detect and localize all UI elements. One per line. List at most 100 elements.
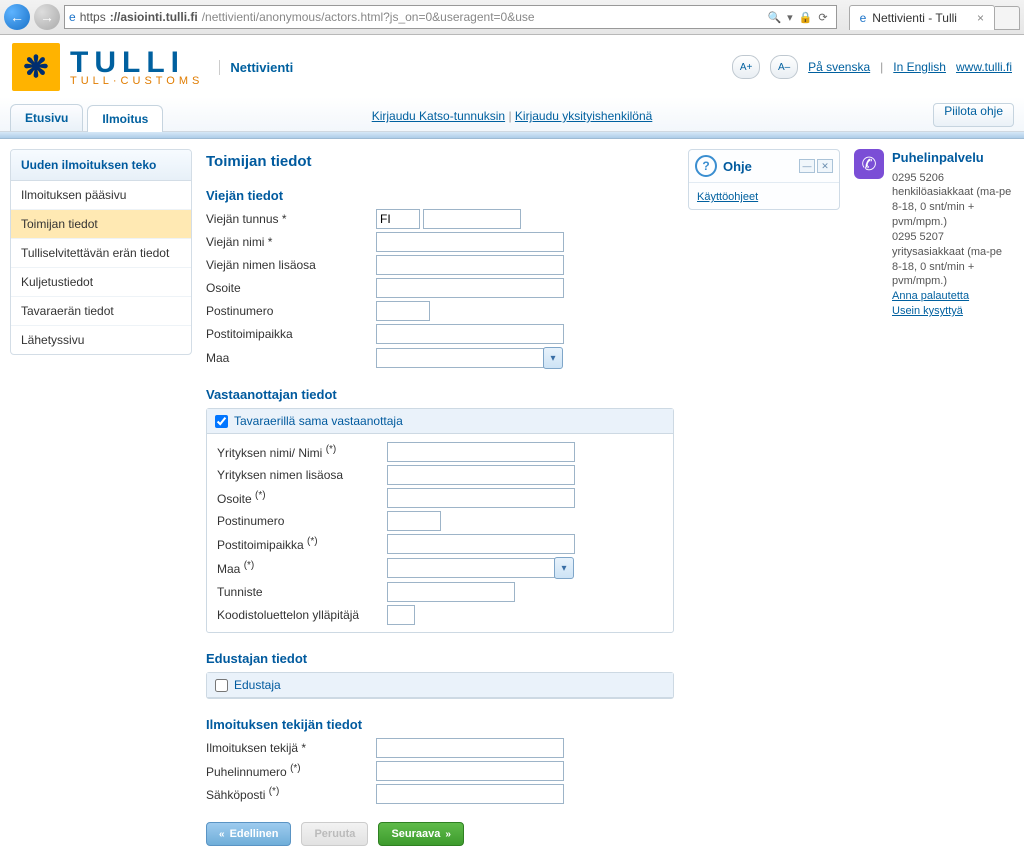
input-viejan-postitp[interactable]	[376, 324, 564, 344]
lbl-viejan-tunnus: Viejän tunnus *	[206, 212, 376, 226]
lbl-vast-postinr: Postinumero	[217, 514, 387, 528]
input-vast-postinr[interactable]	[387, 511, 441, 531]
input-viejan-nimen-lisa[interactable]	[376, 255, 564, 275]
lbl-ilm-puh: Puhelinnumero (*)	[206, 763, 376, 779]
phone-title: Puhelinpalvelu	[892, 149, 1014, 167]
ie-logo-icon: e	[69, 10, 76, 24]
url-host: ://asiointi.tulli.fi	[110, 10, 198, 24]
new-tab-button[interactable]	[995, 6, 1020, 30]
page-title: Toimijan tiedot	[206, 153, 674, 170]
faq-link[interactable]: Usein kysyttyä	[892, 304, 1014, 319]
lbl-yritys-nimi: Yrityksen nimi/ Nimi (*)	[217, 444, 387, 460]
tab-close-icon[interactable]: ×	[977, 11, 984, 25]
lbl-vast-osoite: Osoite (*)	[217, 490, 387, 506]
input-yritys-nimi[interactable]	[387, 442, 575, 462]
lbl-viejan-nimen-lisa: Viejän nimen lisäosa	[206, 258, 376, 272]
lbl-viejan-postitp: Postitoimipaikka	[206, 327, 376, 341]
input-yritys-lisa[interactable]	[387, 465, 575, 485]
search-icon[interactable]: 🔍	[767, 11, 781, 24]
hide-help-button[interactable]: Piilota ohje	[933, 103, 1014, 127]
font-decrease-button[interactable]: A–	[770, 55, 798, 79]
viejan-heading: Viejän tiedot	[206, 188, 674, 203]
input-vast-postitp[interactable]	[387, 534, 575, 554]
phone-line1: 0295 5206 henkilöasiakkaat (ma-pe 8-18, …	[892, 171, 1014, 230]
browser-forward-button[interactable]: →	[34, 4, 60, 30]
prev-button[interactable]: «Edellinen	[206, 822, 291, 846]
lbl-viejan-nimi: Viejän nimi *	[206, 235, 376, 249]
edustaja-heading: Edustajan tiedot	[206, 651, 674, 666]
input-ilm-puh[interactable]	[376, 761, 564, 781]
input-viejan-nimi[interactable]	[376, 232, 564, 252]
tab-ilmoitus[interactable]: Ilmoitus	[87, 105, 163, 132]
feedback-link[interactable]: Anna palautetta	[892, 289, 1014, 304]
sidebar-item-paasivu[interactable]: Ilmoituksen pääsivu	[11, 181, 191, 210]
input-viejan-tunnus[interactable]	[423, 209, 521, 229]
tulli-logo-icon: ❋	[12, 43, 60, 91]
input-viejan-maa[interactable]	[376, 348, 544, 368]
input-tunniste[interactable]	[387, 582, 515, 602]
next-button[interactable]: Seuraava»	[378, 822, 464, 846]
font-increase-button[interactable]: A+	[732, 55, 760, 79]
lang-english-link[interactable]: In English	[893, 60, 946, 74]
lbl-tunniste: Tunniste	[217, 585, 387, 599]
decorative-strip	[0, 132, 1024, 139]
browser-back-button[interactable]: ←	[4, 4, 30, 30]
url-protocol: https	[80, 10, 106, 24]
browser-tab-strip: e Nettivienti - Tulli ×	[849, 4, 1020, 30]
sidebar-item-tavaraeran[interactable]: Tavaraerän tiedot	[11, 297, 191, 326]
lbl-koodisto: Koodistoluettelon ylläpitäjä	[217, 608, 387, 622]
sidebar-item-kuljetustiedot[interactable]: Kuljetustiedot	[11, 268, 191, 297]
dropdown-viejan-maa[interactable]: ▾	[376, 347, 563, 369]
sidebar-item-toimijan[interactable]: Toimijan tiedot	[11, 210, 191, 239]
input-vast-osoite[interactable]	[387, 488, 575, 508]
help-icon: ?	[695, 155, 717, 177]
chevron-right-icon: »	[445, 829, 451, 840]
chevron-left-icon: «	[219, 829, 225, 840]
nav-bar: Etusivu Ilmoitus Kirjaudu Katso-tunnuksi…	[0, 97, 1024, 132]
phone-service-panel: ✆ Puhelinpalvelu 0295 5206 henkilöasiakk…	[854, 149, 1014, 319]
login-links: Kirjaudu Katso-tunnuksin | Kirjaudu yksi…	[372, 109, 653, 123]
lbl-viejan-maa: Maa	[206, 351, 376, 365]
logo-line1: TULLI	[70, 48, 203, 78]
input-ilm-tekija[interactable]	[376, 738, 564, 758]
sidebar-item-tulliselvitettavan[interactable]: Tulliselvitettävän erän tiedot	[11, 239, 191, 268]
lbl-vast-postitp: Postitoimipaikka (*)	[217, 536, 387, 552]
sidebar-item-lahetyssivu[interactable]: Lähetyssivu	[11, 326, 191, 354]
tulli-home-link[interactable]: www.tulli.fi	[956, 60, 1012, 74]
separator: |	[880, 60, 883, 74]
minimize-icon[interactable]: —	[799, 159, 815, 173]
lbl-vast-maa: Maa (*)	[217, 560, 387, 576]
refresh-icon[interactable]: ⟳	[818, 11, 827, 24]
help-panel: ? Ohje — ✕ Käyttöohjeet	[688, 149, 840, 210]
input-viejan-postinr[interactable]	[376, 301, 430, 321]
lang-svenska-link[interactable]: På svenska	[808, 60, 870, 74]
form-content: Toimijan tiedot Viejän tiedot Viejän tun…	[206, 149, 674, 846]
login-katso-link[interactable]: Kirjaudu Katso-tunnuksin	[372, 109, 505, 123]
addr-dropdown-icon[interactable]: ▾	[787, 11, 793, 24]
input-viejan-tunnus-prefix[interactable]	[376, 209, 420, 229]
lbl-edustaja: Edustaja	[234, 678, 281, 692]
site-header: ❋ TULLI TULL·CUSTOMS Nettivienti A+ A– P…	[0, 35, 1024, 97]
chevron-down-icon[interactable]: ▾	[554, 557, 574, 579]
lbl-yritys-lisa: Yrityksen nimen lisäosa	[217, 468, 387, 482]
address-bar[interactable]: e https ://asiointi.tulli.fi /nettivient…	[64, 5, 837, 29]
input-vast-maa[interactable]	[387, 558, 555, 578]
input-koodisto[interactable]	[387, 605, 415, 625]
cancel-button: Peruuta	[301, 822, 368, 846]
tab-etusivu[interactable]: Etusivu	[10, 104, 83, 131]
app-name: Nettivienti	[219, 60, 293, 75]
login-person-link[interactable]: Kirjaudu yksityishenkilönä	[515, 109, 652, 123]
chevron-down-icon[interactable]: ▾	[543, 347, 563, 369]
input-ilm-email[interactable]	[376, 784, 564, 804]
close-icon[interactable]: ✕	[817, 159, 833, 173]
checkbox-sama-vastaanottaja[interactable]	[215, 415, 228, 428]
dropdown-vast-maa[interactable]: ▾	[387, 557, 574, 579]
ilmoittaja-heading: Ilmoituksen tekijän tiedot	[206, 717, 674, 732]
browser-tab-active[interactable]: e Nettivienti - Tulli ×	[849, 5, 995, 30]
vastaanottaja-heading: Vastaanottajan tiedot	[206, 387, 674, 402]
input-viejan-osoite[interactable]	[376, 278, 564, 298]
lbl-viejan-osoite: Osoite	[206, 281, 376, 295]
checkbox-edustaja[interactable]	[215, 679, 228, 692]
help-manual-link[interactable]: Käyttöohjeet	[697, 191, 758, 203]
ie-tab-icon: e	[860, 11, 867, 25]
